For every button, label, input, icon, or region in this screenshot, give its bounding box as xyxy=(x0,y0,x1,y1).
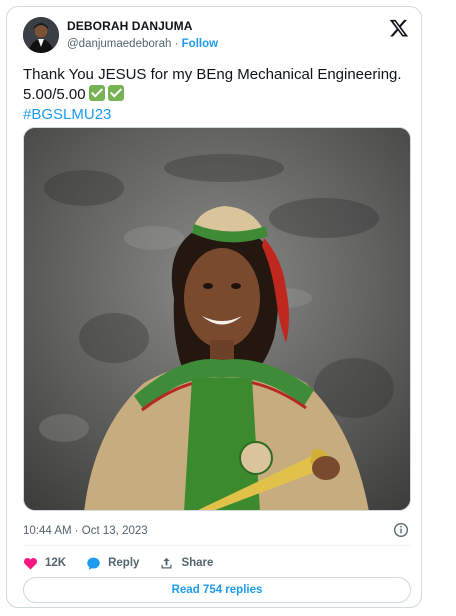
separator-dot: · xyxy=(174,38,179,50)
share-icon xyxy=(161,557,172,568)
heart-icon xyxy=(23,557,38,569)
divider xyxy=(23,545,411,546)
reply-label: Reply xyxy=(108,557,140,569)
reply-button[interactable]: Reply xyxy=(86,556,139,571)
like-button[interactable]: 12K xyxy=(23,556,66,571)
tweet-photo[interactable] xyxy=(23,127,411,511)
action-bar: 12K Reply Share xyxy=(23,554,233,572)
share-button[interactable]: Share xyxy=(159,556,213,571)
like-count: 12K xyxy=(45,557,67,569)
reply-bubble-icon xyxy=(87,557,100,570)
check-mark-icon xyxy=(88,85,105,101)
tweet-timestamp[interactable]: 10:44 AM · Oct 13, 2023 xyxy=(23,525,148,537)
tweet-card: DEBORAH DANJUMA @danjumaedeborah · Follo… xyxy=(6,6,422,608)
x-logo-icon[interactable] xyxy=(389,18,409,38)
avatar[interactable] xyxy=(23,17,59,53)
read-replies-button[interactable]: Read 754 replies xyxy=(23,577,411,603)
check-mark-icon xyxy=(107,85,124,101)
hashtag-link[interactable]: #BGSLMU23 xyxy=(23,105,413,125)
tweet-text-line-1: Thank You JESUS for my BEng Mechanical E… xyxy=(23,66,402,83)
follow-button[interactable]: Follow xyxy=(182,38,218,50)
author-handle-row: @danjumaedeborah · Follow xyxy=(67,38,218,50)
info-icon[interactable] xyxy=(393,522,409,538)
grade-text: 5.00/5.00 xyxy=(23,86,86,103)
author-name[interactable]: DEBORAH DANJUMA xyxy=(67,19,193,33)
author-handle[interactable]: @danjumaedeborah xyxy=(67,38,171,50)
tweet-text: Thank You JESUS for my BEng Mechanical E… xyxy=(23,65,413,125)
tweet-text-line-2: 5.00/5.00 xyxy=(23,85,413,105)
share-label: Share xyxy=(181,557,214,569)
